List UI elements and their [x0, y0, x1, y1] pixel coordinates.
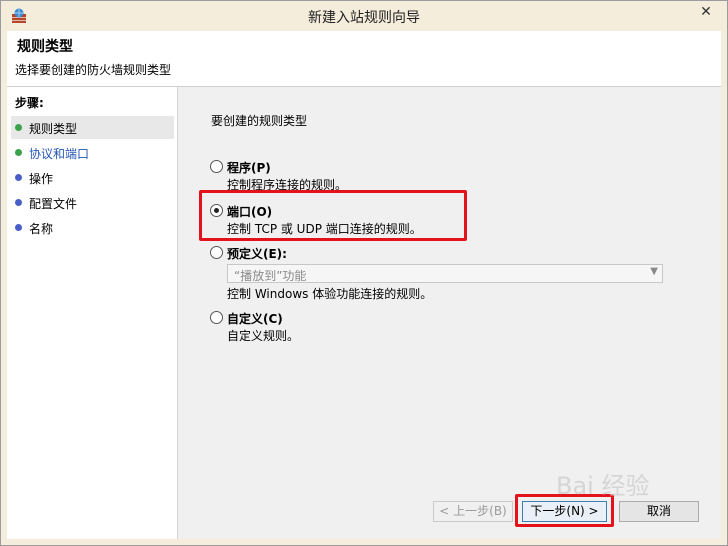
steps-title: 步骤:	[15, 96, 44, 110]
step-label: 操作	[29, 172, 54, 186]
program-radio[interactable]	[210, 160, 223, 173]
window-title: 新建入站规则向导	[308, 10, 420, 26]
step-status-icon	[15, 224, 22, 231]
step-name[interactable]: 名称	[11, 216, 174, 239]
step-action[interactable]: 操作	[11, 166, 174, 189]
page-title: 规则类型	[17, 39, 73, 55]
program-label[interactable]: 程序(P)	[227, 159, 271, 176]
step-label: 配置文件	[29, 197, 78, 211]
custom-label[interactable]: 自定义(C)	[227, 310, 283, 327]
wizard-header: 规则类型 选择要创建的防火墙规则类型	[7, 31, 721, 87]
predefined-dropdown[interactable]: “播放到”功能 ▼	[227, 264, 663, 283]
cancel-button[interactable]: 取消	[619, 501, 699, 522]
predefined-description: 控制 Windows 体验功能连接的规则。	[227, 287, 433, 301]
step-label: 名称	[29, 222, 54, 236]
steps-panel: 步骤: 规则类型 协议和端口 操作 配置文件 名称	[7, 87, 178, 539]
step-status-icon	[15, 124, 22, 131]
step-status-icon	[15, 174, 22, 181]
rule-type-heading: 要创建的规则类型	[211, 114, 308, 128]
step-status-icon	[15, 149, 22, 156]
predefined-label[interactable]: 预定义(E):	[227, 245, 287, 262]
custom-radio[interactable]	[210, 311, 223, 324]
back-button[interactable]: < 上一步(B)	[433, 501, 513, 522]
page-subtitle: 选择要创建的防火墙规则类型	[15, 63, 172, 77]
chevron-down-icon: ▼	[650, 266, 658, 277]
step-label: 规则类型	[29, 122, 78, 136]
title-bar[interactable]: 新建入站规则向导 ✕	[1, 1, 727, 31]
step-protocol-ports[interactable]: 协议和端口	[11, 141, 174, 164]
watermark-logo: Bai 经验	[556, 472, 650, 500]
step-profile[interactable]: 配置文件	[11, 191, 174, 214]
step-status-icon	[15, 199, 22, 206]
predefined-radio[interactable]	[210, 246, 223, 259]
custom-description: 自定义规则。	[227, 329, 300, 343]
wizard-window: 新建入站规则向导 ✕ 规则类型 选择要创建的防火墙规则类型 步骤: 规则类型 协…	[0, 0, 728, 546]
close-icon[interactable]: ✕	[689, 1, 723, 23]
step-rule-type[interactable]: 规则类型	[11, 116, 174, 139]
predefined-dropdown-value: “播放到”功能	[234, 269, 307, 283]
step-label: 协议和端口	[29, 147, 90, 161]
port-option-highlight	[199, 190, 467, 241]
